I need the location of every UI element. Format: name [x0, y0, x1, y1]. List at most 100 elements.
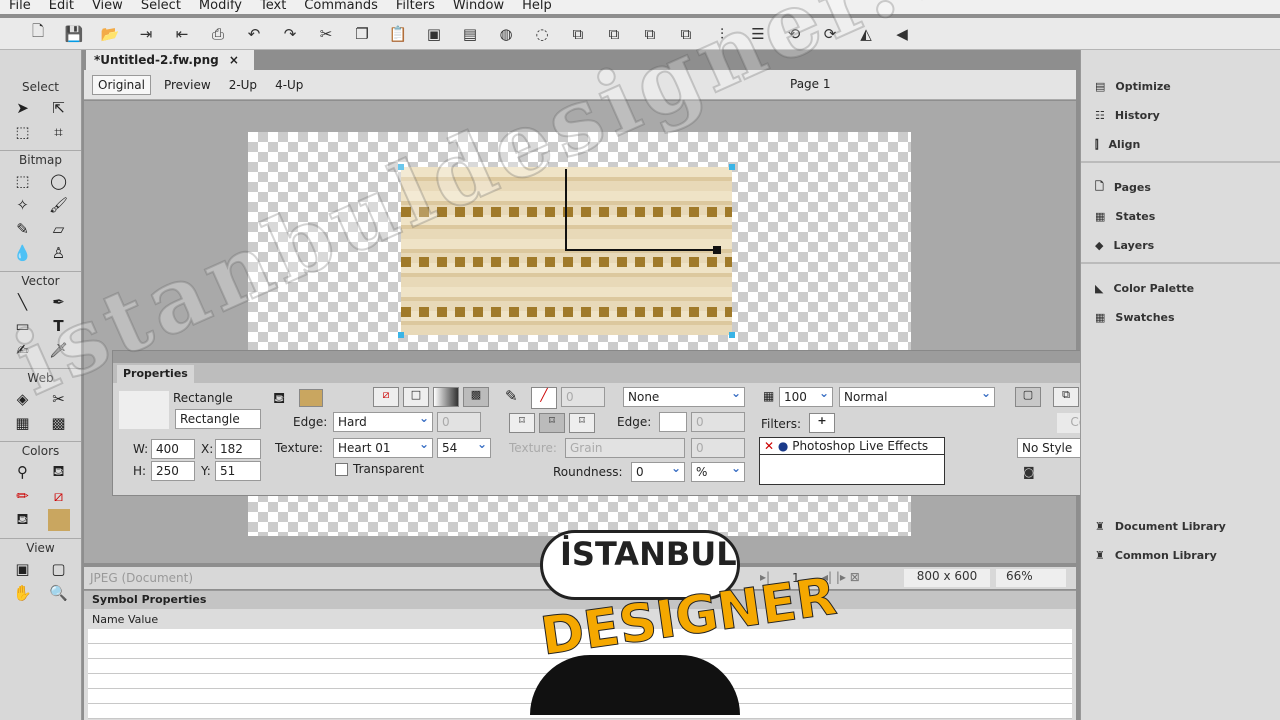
stroke-inside-button[interactable]: ⌑	[509, 413, 535, 433]
filter-item[interactable]: ✕ ● Photoshop Live Effects	[760, 438, 944, 455]
panel-common-library[interactable]: ♜ Common Library	[1081, 541, 1280, 570]
texture-amount[interactable]: 54	[437, 437, 491, 458]
magic-wand-icon[interactable]: ✧	[8, 194, 38, 216]
hide-slices-icon[interactable]: ▦	[8, 412, 38, 434]
canvas-size[interactable]: 800 x 600	[904, 569, 990, 587]
gradient-handle[interactable]	[713, 246, 721, 254]
bring-front-icon[interactable]: ⧉	[566, 23, 590, 45]
import-icon[interactable]: ⇥	[134, 23, 158, 45]
menu-help[interactable]: Help	[513, 0, 561, 14]
flip-vertical-icon[interactable]: ◀	[890, 23, 914, 45]
menu-commands[interactable]: Commands	[295, 0, 387, 14]
rectangle-tool-icon[interactable]: ▭	[8, 315, 38, 337]
panel-optimize[interactable]: ▤ Optimize	[1081, 72, 1280, 101]
roundness-field[interactable]: 0	[631, 461, 685, 482]
texture-select[interactable]: Heart 01	[333, 437, 433, 458]
fill-swatch[interactable]	[47, 509, 70, 531]
tab-original[interactable]: Original	[92, 74, 151, 95]
width-field[interactable]: 400	[151, 439, 195, 459]
object-name-field[interactable]: Rectangle	[175, 409, 261, 429]
selection-handle[interactable]	[729, 332, 735, 338]
rotate-left-icon[interactable]: ⟲	[782, 23, 806, 45]
x-field[interactable]: 182	[215, 439, 261, 459]
stamp-tool-icon[interactable]: ♙	[44, 242, 74, 264]
send-backward-icon[interactable]: ⧉	[638, 23, 662, 45]
line-tool-icon[interactable]: ╲	[8, 291, 38, 313]
textured-rectangle[interactable]	[401, 167, 732, 335]
hand-tool-icon[interactable]: ✋	[8, 582, 38, 604]
properties-tab[interactable]: Properties	[117, 365, 194, 383]
scale-tool-icon[interactable]: ⬚	[8, 121, 38, 143]
redo-icon[interactable]: ↷	[278, 23, 302, 45]
selection-handle[interactable]	[729, 164, 735, 170]
knife-tool-icon[interactable]: 🗡	[44, 339, 74, 361]
panel-layers[interactable]: ◆ Layers	[1081, 231, 1280, 260]
opacity-field[interactable]: 100	[779, 386, 833, 407]
edge-select[interactable]: Hard	[333, 411, 433, 432]
print-icon[interactable]: ⎙	[206, 23, 230, 45]
fill-color-swatch[interactable]	[299, 389, 323, 407]
export-icon[interactable]: ⇤	[170, 23, 194, 45]
join-icon[interactable]: ◍	[494, 23, 518, 45]
align-menu-icon[interactable]: ☰	[746, 23, 770, 45]
align-icon[interactable]: ⫶	[710, 23, 734, 45]
rotate-right-icon[interactable]: ⟳	[818, 23, 842, 45]
panel-swatches[interactable]: ▦ Swatches	[1081, 303, 1280, 332]
split-icon[interactable]: ◌	[530, 23, 554, 45]
add-filter-button[interactable]: +	[809, 413, 835, 433]
subselect-tool-icon[interactable]: ⇱	[44, 97, 74, 119]
pen-tool-icon[interactable]: ✒	[44, 291, 74, 313]
undo-icon[interactable]: ↶	[242, 23, 266, 45]
freeform-tool-icon[interactable]: ✍	[8, 339, 38, 361]
copy-icon[interactable]: ❐	[350, 23, 374, 45]
menu-select[interactable]: Select	[132, 0, 190, 14]
stroke-color-icon[interactable]: ✏	[8, 485, 38, 507]
combine-union-button[interactable]: ⧉	[1053, 387, 1079, 407]
full-screen-icon[interactable]: ▢	[44, 558, 74, 580]
stroke-type-select[interactable]: None	[623, 386, 745, 407]
fill-solid-button[interactable]: □	[403, 387, 429, 407]
document-tab[interactable]: *Untitled-2.fw.png ×	[86, 50, 254, 70]
paint-bucket-icon[interactable]: ⛾	[44, 461, 74, 483]
fill-pattern-button[interactable]: ▩	[463, 387, 489, 407]
blend-mode-select[interactable]: Normal	[839, 386, 995, 407]
ungroup-icon[interactable]: ▤	[458, 23, 482, 45]
eyedropper-icon[interactable]: ⚲	[8, 461, 38, 483]
close-tab-icon[interactable]: ×	[229, 53, 239, 67]
send-back-icon[interactable]: ⧉	[674, 23, 698, 45]
flip-horizontal-icon[interactable]: ◭	[854, 23, 878, 45]
panel-pages[interactable]: 🗋 Pages	[1081, 173, 1280, 202]
show-slices-icon[interactable]: ▩	[44, 412, 74, 434]
marquee-tool-icon[interactable]: ⬚	[8, 170, 38, 192]
zoom-tool-icon[interactable]: 🔍	[44, 582, 74, 604]
panel-states[interactable]: ▦ States	[1081, 202, 1280, 231]
text-tool-icon[interactable]: T	[44, 315, 74, 337]
fill-gradient-button[interactable]	[433, 387, 459, 407]
stroke-center-button[interactable]: ⌑	[539, 413, 565, 433]
blur-tool-icon[interactable]: 💧	[8, 242, 38, 264]
group-icon[interactable]: ▣	[422, 23, 446, 45]
roundness-unit-select[interactable]: %	[691, 461, 745, 482]
slice-tool-icon[interactable]: ✂	[44, 388, 74, 410]
stroke-swatch[interactable]: ⧄	[44, 485, 74, 507]
zoom-select[interactable]: 66%	[996, 569, 1066, 587]
combine-normal-button[interactable]: ▢	[1015, 387, 1041, 407]
tab-4-up[interactable]: 4-Up	[270, 76, 308, 94]
stroke-outside-button[interactable]: ⌑	[569, 413, 595, 433]
open-icon[interactable]: 📂	[98, 23, 122, 45]
delete-filter-icon[interactable]: ✕	[764, 439, 774, 453]
eraser-tool-icon[interactable]: ▱	[44, 218, 74, 240]
y-field[interactable]: 51	[215, 461, 261, 481]
transparent-checkbox[interactable]	[335, 463, 348, 476]
height-field[interactable]: 250	[151, 461, 195, 481]
lasso-tool-icon[interactable]: ◯	[44, 170, 74, 192]
stroke-color-swatch[interactable]: ╱	[531, 387, 557, 409]
info-icon[interactable]: ●	[778, 439, 788, 453]
new-style-icon[interactable]: ◙	[1023, 465, 1035, 479]
pointer-tool-icon[interactable]: ➤	[8, 97, 38, 119]
paste-icon[interactable]: 📋	[386, 23, 410, 45]
menu-text[interactable]: Text	[251, 0, 295, 14]
panel-align[interactable]: ⫿ Align	[1081, 130, 1280, 159]
crop-tool-icon[interactable]: ⌗	[44, 121, 74, 143]
selection-handle[interactable]	[398, 332, 404, 338]
